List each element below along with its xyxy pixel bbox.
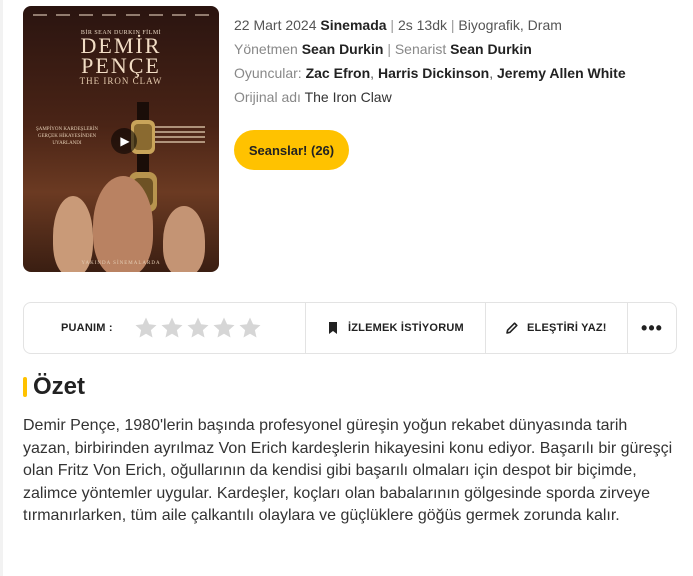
cast-link[interactable]: Harris Dickinson: [378, 65, 489, 81]
poster-title: DEMİR PENÇE: [80, 33, 162, 78]
director-label: Yönetmen: [234, 41, 298, 57]
poster-release-text: YAKINDA SİNEMALARDA: [81, 261, 161, 266]
play-trailer-icon[interactable]: ▶: [111, 128, 137, 154]
cast-link[interactable]: Jeremy Allen White: [497, 65, 626, 81]
duration: 2s 13dk: [397, 17, 447, 33]
movie-info: 22 Mart 2024 Sinemada | 2s 13dk | Biyogr…: [234, 13, 684, 109]
writer-link[interactable]: Sean Durkin: [450, 41, 532, 57]
star-icon[interactable]: [134, 316, 158, 340]
showtimes-button[interactable]: Seanslar! (26): [234, 130, 349, 170]
star-icon[interactable]: [160, 316, 184, 340]
release-status: Sinemada: [320, 17, 387, 33]
original-title-line: Orijinal adı The Iron Claw: [234, 85, 684, 109]
watchlist-button[interactable]: İZLEMEK İSTİYORUM: [306, 303, 486, 353]
left-border: [0, 0, 3, 576]
summary-heading: Özet: [23, 373, 85, 401]
heading-accent-bar: [23, 377, 27, 397]
summary-title: Özet: [33, 373, 86, 400]
writer-label: Senarist: [394, 41, 447, 57]
cast-label: Oyuncular:: [234, 65, 302, 81]
review-label: ELEŞTİRİ YAZ!: [527, 322, 607, 334]
star-icon[interactable]: [186, 316, 210, 340]
bookmark-icon: [329, 322, 337, 334]
release-line: 22 Mart 2024 Sinemada | 2s 13dk | Biyogr…: [234, 17, 562, 33]
star-icon[interactable]: [212, 316, 236, 340]
original-title: The Iron Claw: [304, 89, 392, 105]
star-icon[interactable]: [238, 316, 262, 340]
original-title-label: Orijinal adı: [234, 89, 301, 105]
crew-line: Yönetmen Sean Durkin | Senarist Sean Dur…: [234, 41, 532, 57]
write-review-button[interactable]: ELEŞTİRİ YAZ!: [486, 303, 628, 353]
poster-figure-center: [93, 176, 153, 272]
summary-text: Demir Pençe, 1980'lerin başında profesyo…: [23, 417, 673, 525]
poster-credits: [33, 14, 209, 16]
rating-label: PUANIM :: [61, 322, 113, 334]
rating-section: PUANIM :: [24, 303, 306, 353]
watchlist-label: İZLEMEK İSTİYORUM: [348, 322, 464, 334]
cast-line: Oyuncular: Zac Efron, Harris Dickinson, …: [234, 65, 626, 81]
poster-tagline: ŞAMPİYON KARDEŞLERİN GERÇEK HİKAYESİNDEN…: [35, 127, 99, 146]
genres: Biyografik, Dram: [458, 17, 562, 33]
action-bar: PUANIM : İZLEMEK İSTİYORUM ELEŞTİRİ YAZ!…: [23, 302, 677, 354]
release-date: 22 Mart 2024: [234, 17, 317, 33]
movie-poster[interactable]: BİR SEAN DURKIN FİLMİ DEMİR PENÇE THE IR…: [23, 6, 219, 272]
more-icon: •••: [641, 317, 663, 338]
more-options-button[interactable]: •••: [628, 303, 676, 353]
poster-subtitle: THE IRON CLAW: [79, 76, 163, 86]
rating-stars[interactable]: [134, 316, 262, 340]
cast-link[interactable]: Zac Efron: [306, 65, 371, 81]
director-link[interactable]: Sean Durkin: [302, 41, 384, 57]
pencil-icon: [506, 322, 518, 334]
